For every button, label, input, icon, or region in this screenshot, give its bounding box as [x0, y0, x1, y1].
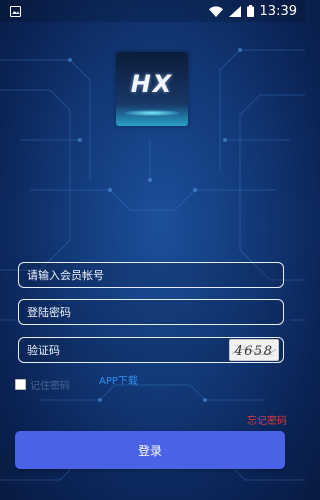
captcha-input[interactable]: [19, 338, 229, 362]
password-field: [18, 299, 284, 325]
signal-icon: [228, 5, 241, 17]
image-icon: [10, 5, 21, 17]
login-button[interactable]: 登录: [15, 431, 285, 469]
logo-glow: [124, 110, 180, 116]
app-download-link[interactable]: APP下载: [99, 372, 138, 387]
password-input[interactable]: [19, 300, 283, 324]
status-bar: 13:39: [0, 0, 305, 22]
remember-password[interactable]: 记住密码: [15, 377, 70, 392]
forgot-password-link[interactable]: 忘记密码: [247, 412, 287, 427]
captcha-field: 4658: [18, 337, 284, 363]
captcha-image[interactable]: 4658: [229, 339, 279, 361]
status-time: 13:39: [259, 3, 297, 19]
account-input[interactable]: [19, 263, 283, 287]
app-logo: HX: [116, 52, 188, 126]
remember-checkbox[interactable]: [15, 379, 26, 390]
account-field: [18, 262, 284, 288]
battery-icon: [246, 5, 254, 17]
remember-label: 记住密码: [30, 381, 70, 392]
wifi-icon: [208, 5, 223, 17]
logo-text: HX: [130, 70, 174, 98]
captcha-code: 4658: [233, 344, 273, 359]
